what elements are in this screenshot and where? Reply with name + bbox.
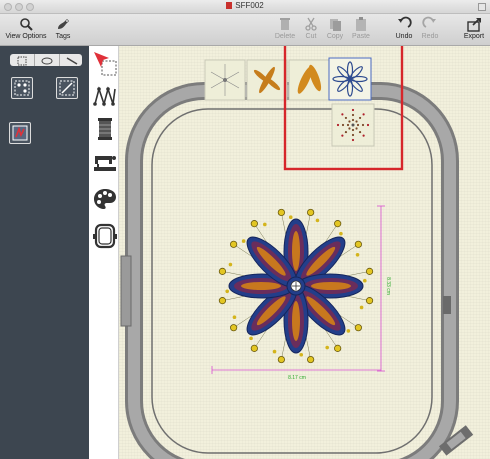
export-button[interactable]: Export (460, 16, 488, 40)
palette-icon (94, 189, 116, 209)
select-all-icon (14, 80, 30, 96)
height-dimension-label: 8.33 cm (385, 277, 391, 295)
cut-label: Cut (305, 33, 317, 40)
document-icon (226, 2, 233, 9)
rectangle-select-icon (17, 56, 27, 66)
export-icon (467, 18, 481, 32)
tags-label: Tags (55, 33, 71, 40)
select-color-button[interactable] (9, 122, 31, 144)
lasso-icon (41, 57, 53, 65)
redo-icon (422, 16, 436, 28)
rectangle-select-mode[interactable] (10, 54, 35, 66)
bead-mark (334, 220, 342, 228)
title-bar: SFF002 (0, 0, 490, 14)
redo-button[interactable]: Redo (418, 16, 442, 40)
select-arrow-tool[interactable] (92, 50, 117, 76)
copy-icon (330, 19, 341, 31)
undo-icon (398, 16, 412, 28)
undo-label: Undo (395, 33, 413, 40)
bead-mark (230, 240, 238, 248)
select-arrow-icon (94, 52, 117, 76)
hoop-icon (93, 223, 117, 249)
bead-mark (307, 355, 315, 364)
sewing-machine-tool[interactable] (92, 150, 116, 176)
thumbnail-1[interactable] (204, 59, 246, 101)
select-all-button[interactable] (11, 77, 33, 99)
thumbnail-5[interactable] (331, 103, 375, 147)
tag-icon (58, 19, 69, 29)
embroidery-canvas[interactable]: 8.17 cm 8.33 cm (119, 46, 490, 459)
bead-mark (218, 267, 227, 275)
bead-mark (250, 220, 258, 228)
bead-mark (307, 208, 315, 217)
bead-mark (218, 297, 227, 305)
redo-label: Redo (421, 33, 439, 40)
bead-mark (334, 344, 342, 352)
thread-spool-tool[interactable] (92, 116, 116, 142)
bead-mark (230, 324, 238, 332)
line-select-icon (66, 57, 78, 65)
color-block-icon (12, 125, 28, 141)
selection-mode-segmented-control (10, 54, 82, 66)
undo-button[interactable]: Undo (392, 16, 416, 40)
delete-label: Delete (274, 33, 296, 40)
paste-button[interactable]: Paste (348, 16, 374, 40)
palette-tool[interactable] (92, 186, 116, 212)
bead-mark (277, 208, 285, 217)
bead-mark (250, 344, 258, 352)
tool-strip (89, 46, 119, 459)
cut-button[interactable]: Cut (300, 16, 322, 40)
trash-icon (280, 18, 290, 30)
paste-icon (356, 17, 366, 31)
bead-mark (354, 324, 362, 332)
copy-button[interactable]: Copy (322, 16, 348, 40)
select-stitch-button[interactable] (56, 77, 78, 99)
design-thumbnails (204, 57, 375, 147)
select-stitch-icon (59, 80, 75, 96)
toolbar: View Options Tags Delete Cut Copy Paste … (0, 14, 490, 46)
magnifier-icon (20, 18, 33, 31)
lasso-select-mode[interactable] (35, 54, 60, 66)
bead-mark (365, 267, 374, 275)
width-dimension-label: 8.17 cm (288, 375, 306, 381)
paste-label: Paste (352, 33, 370, 40)
thumbnail-2[interactable] (246, 59, 288, 101)
thumbnail-4-selected[interactable] (328, 57, 372, 101)
view-options-label: View Options (5, 33, 47, 40)
hoop-tool[interactable] (92, 222, 117, 249)
copy-label: Copy (326, 33, 344, 40)
bead-mark (277, 355, 285, 364)
thumbnail-3[interactable] (288, 59, 330, 101)
window-title: SFF002 (0, 1, 490, 10)
line-select-mode[interactable] (60, 54, 84, 66)
bead-mark (365, 297, 374, 305)
bead-mark (354, 240, 362, 248)
flower-embroidery-design[interactable] (218, 208, 374, 364)
stitch-path-tool[interactable] (92, 84, 116, 110)
selection-panel (0, 46, 89, 459)
sewing-machine-icon (94, 156, 116, 171)
export-label: Export (463, 33, 485, 40)
view-options-button[interactable]: View Options (4, 16, 48, 40)
delete-button[interactable]: Delete (272, 16, 298, 40)
window-title-text: SFF002 (235, 1, 264, 10)
tags-button[interactable]: Tags (50, 16, 76, 40)
stitch-path-icon (93, 86, 116, 107)
hoop-workspace: 8.17 cm 8.33 cm (120, 46, 474, 459)
thread-spool-icon (98, 118, 112, 140)
fullscreen-button[interactable] (478, 3, 486, 11)
scissors-icon (305, 17, 317, 31)
